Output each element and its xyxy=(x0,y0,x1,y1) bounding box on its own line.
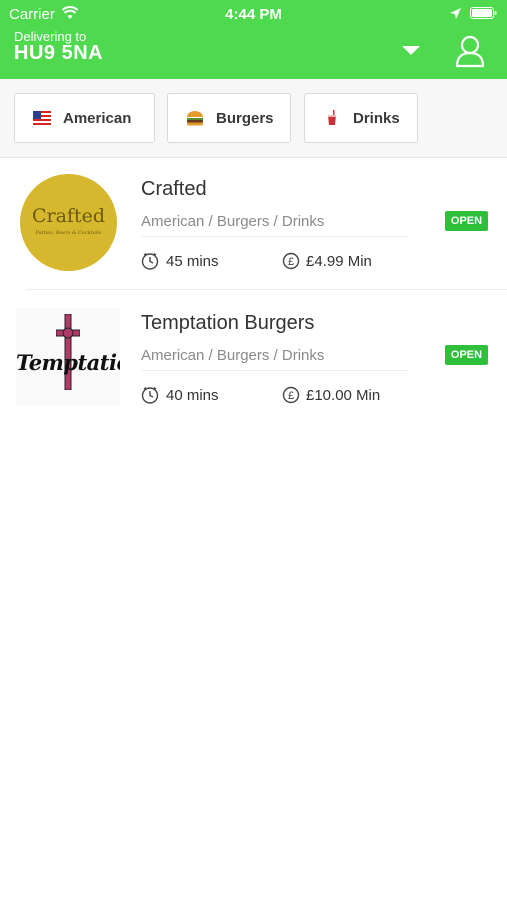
delivery-time: 45 mins xyxy=(166,253,219,270)
pound-icon: £ xyxy=(282,386,300,404)
filter-chip-burgers[interactable]: Burgers xyxy=(167,93,291,143)
restaurant-list-item[interactable]: Temptation Temptation Burgers American /… xyxy=(0,292,507,424)
restaurant-logo: Crafted Patties, Beers & Cocktails xyxy=(20,174,117,271)
logo-subtext: Patties, Beers & Cocktails xyxy=(35,230,102,236)
status-bar: Carrier 4:44 PM xyxy=(0,0,507,28)
filter-chip-american[interactable]: American xyxy=(14,93,155,143)
delivery-postcode[interactable]: HU9 5NA xyxy=(14,42,103,65)
cuisine-filter-bar: American Burgers Drinks xyxy=(0,79,507,158)
divider xyxy=(141,370,408,371)
filter-chip-label: Drinks xyxy=(353,109,400,127)
clock-icon xyxy=(141,386,159,404)
restaurant-list-item[interactable]: Crafted Patties, Beers & Cocktails Craft… xyxy=(0,158,507,290)
filter-chip-label: American xyxy=(63,109,132,127)
battery-icon xyxy=(470,7,497,19)
filter-chip-drinks[interactable]: Drinks xyxy=(304,93,418,143)
drink-icon xyxy=(328,110,336,125)
restaurant-name: Crafted xyxy=(141,178,207,200)
pound-icon: £ xyxy=(282,252,300,270)
delivery-time: 40 mins xyxy=(166,387,219,404)
restaurant-name: Temptation Burgers xyxy=(141,312,315,334)
status-time: 4:44 PM xyxy=(225,6,282,23)
open-status-badge: OPEN xyxy=(445,345,488,365)
minimum-order: £4.99 Min xyxy=(306,253,372,270)
list-divider xyxy=(26,289,507,290)
logo-text: Temptation xyxy=(16,350,120,375)
clock-icon xyxy=(141,252,159,270)
chevron-down-icon[interactable] xyxy=(397,40,425,60)
user-profile-icon[interactable] xyxy=(454,34,486,68)
burger-icon xyxy=(187,111,203,126)
svg-text:£: £ xyxy=(288,390,294,402)
location-arrow-icon xyxy=(450,8,461,19)
open-status-badge: OPEN xyxy=(445,211,488,231)
filter-chip-label: Burgers xyxy=(216,109,274,127)
restaurant-cuisines: American / Burgers / Drinks xyxy=(141,347,325,364)
us-flag-icon xyxy=(33,111,51,125)
restaurant-cuisines: American / Burgers / Drinks xyxy=(141,213,325,230)
logo-text: Crafted xyxy=(31,205,106,227)
restaurant-logo: Temptation xyxy=(16,308,120,405)
svg-text:£: £ xyxy=(288,256,294,268)
minimum-order: £10.00 Min xyxy=(306,387,381,404)
divider xyxy=(141,236,408,237)
app-header: Carrier 4:44 PM Delivering to HU9 5NA xyxy=(0,0,507,79)
